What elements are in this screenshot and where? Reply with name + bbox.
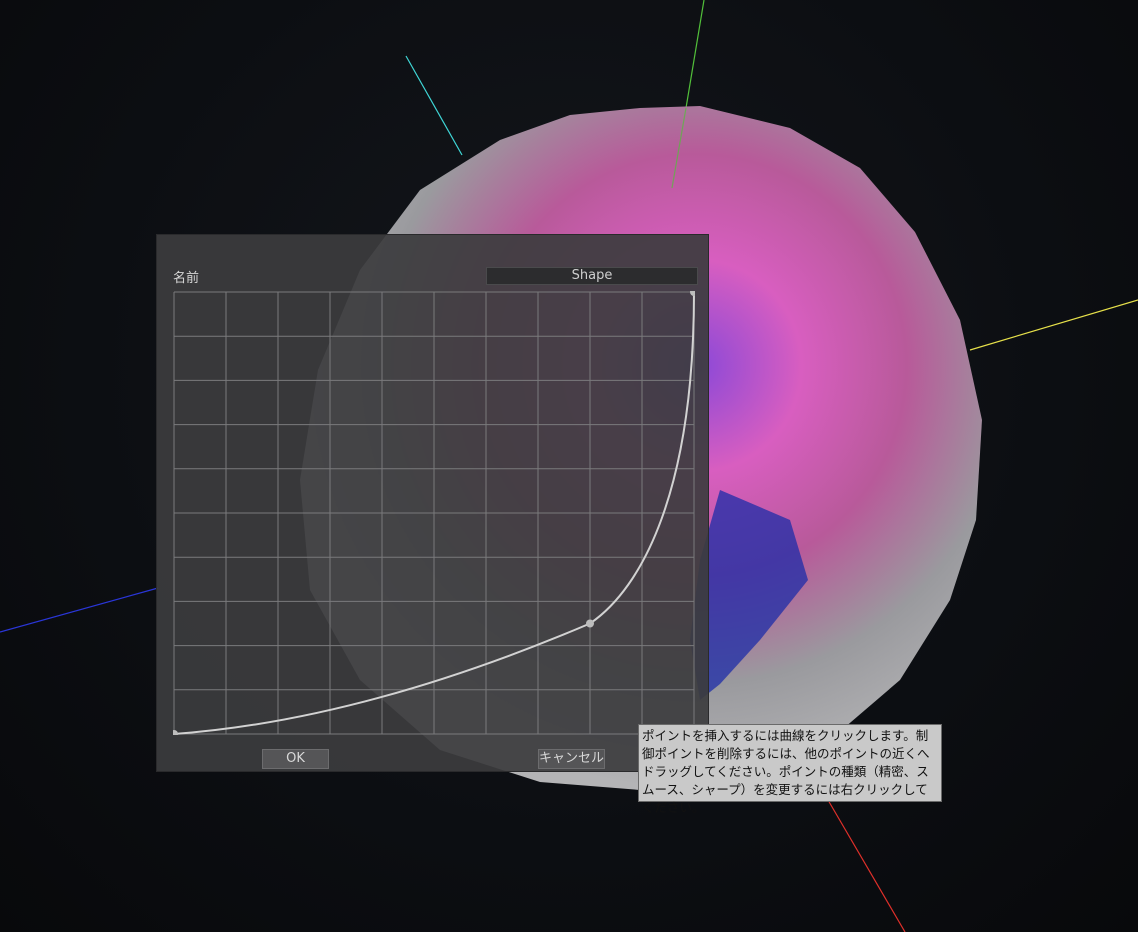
name-label: 名前 (173, 271, 200, 286)
axis-z (0, 587, 159, 633)
axis-diag1 (405, 55, 463, 156)
control-point[interactable] (586, 619, 594, 628)
axis-y (685, 0, 705, 109)
curve-editor-dialog: 名前 Shape OK キャンセル (156, 234, 709, 772)
curve-grid (173, 291, 695, 735)
tooltip: ポイントを挿入するには曲線をクリックします。制御ポイントを削除するには、他のポイ… (638, 724, 942, 815)
axis-diag2 (969, 299, 1138, 351)
control-point[interactable] (173, 730, 178, 735)
control-point[interactable] (690, 291, 695, 296)
name-field[interactable]: Shape (486, 267, 698, 285)
curve-canvas[interactable] (173, 291, 695, 735)
cancel-button[interactable]: キャンセル (538, 749, 605, 769)
ok-button[interactable]: OK (262, 749, 329, 769)
axis-x (827, 799, 906, 932)
